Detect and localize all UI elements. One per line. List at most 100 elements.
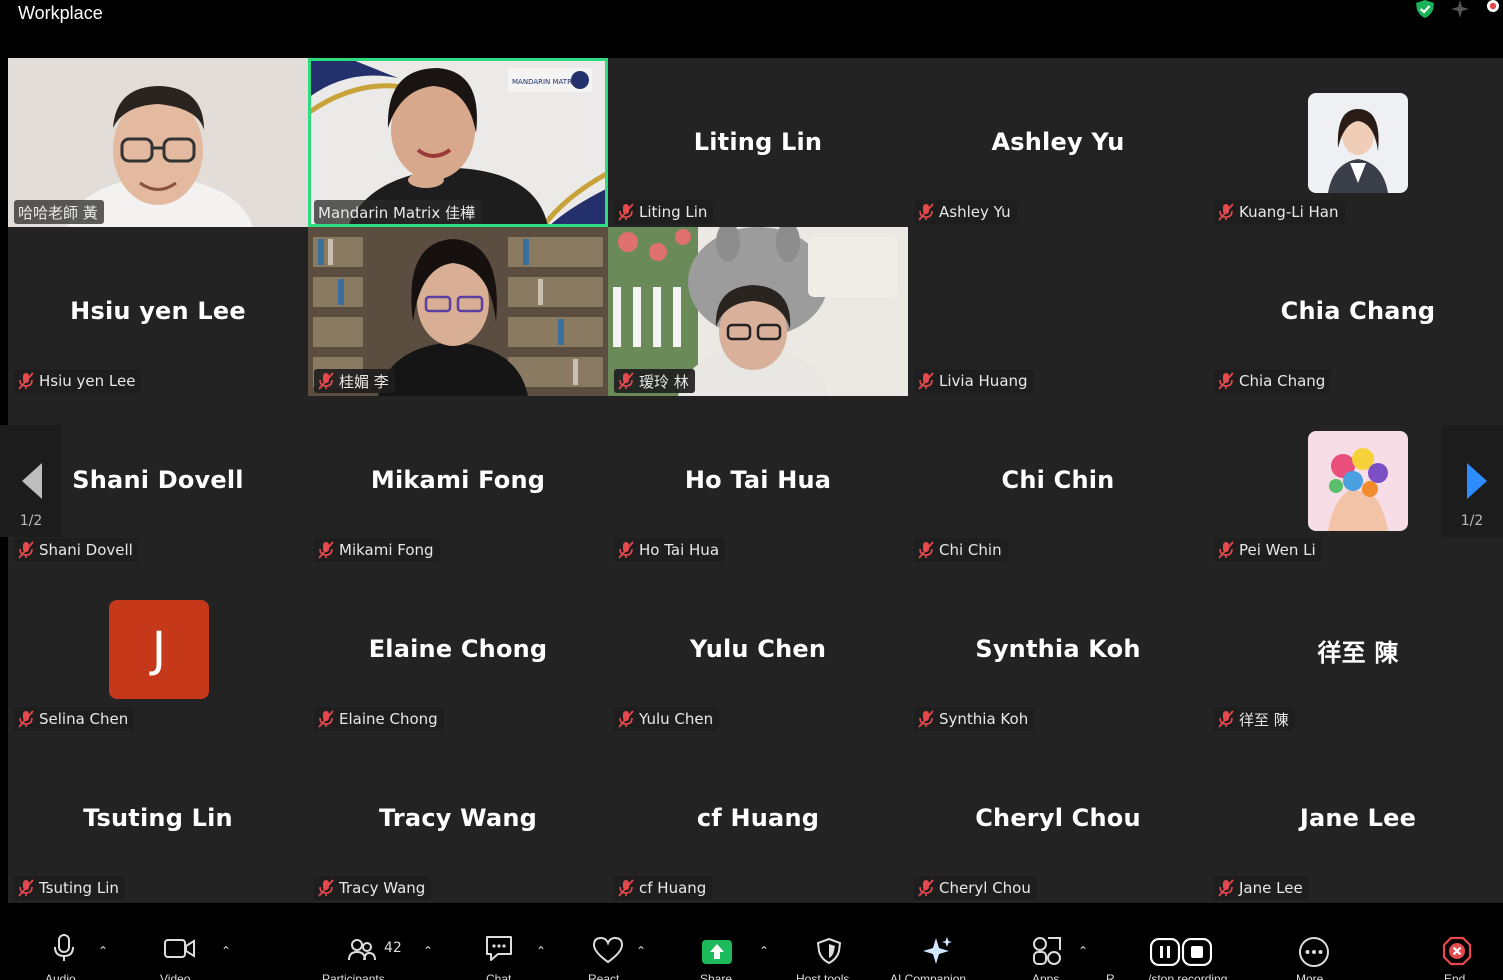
- encryption-shield-icon[interactable]: [1415, 0, 1435, 18]
- participant-name-label: 瑷玲 林: [614, 369, 695, 393]
- mic-muted-icon: [1218, 541, 1234, 559]
- participant-name-label: Ashley Yu: [914, 200, 1017, 224]
- mic-muted-icon: [618, 710, 634, 728]
- apps-button[interactable]: Apps: [1030, 922, 1070, 980]
- audio-options-chevron-up-icon[interactable]: ⌃: [98, 944, 108, 958]
- host-tools-button[interactable]: Host tools: [796, 922, 866, 980]
- participant-name-label: Mandarin Matrix 佳樺: [314, 200, 481, 224]
- chevron-right-icon: [1467, 463, 1487, 499]
- participants-button[interactable]: 42 Participants: [322, 922, 412, 980]
- participant-tile[interactable]: 桂媚 李: [308, 227, 608, 396]
- mic-muted-icon: [918, 879, 934, 897]
- participant-name-label: Kuang-Li Han: [1214, 200, 1345, 224]
- page-indicator: 1/2: [19, 513, 43, 529]
- participant-name-label: Tracy Wang: [314, 876, 432, 900]
- mic-muted-icon: [1218, 203, 1234, 221]
- mic-muted-icon: [918, 710, 934, 728]
- flowers-avatar: [1308, 431, 1408, 531]
- video-options-chevron-up-icon[interactable]: ⌃: [221, 944, 231, 958]
- end-meeting-button[interactable]: End: [1440, 922, 1480, 980]
- participant-tile[interactable]: Chia Chang Chia Chang: [1208, 227, 1503, 396]
- more-button[interactable]: More: [1296, 922, 1336, 980]
- participant-display-name: cf Huang: [696, 804, 820, 832]
- video-button[interactable]: Video: [160, 922, 220, 980]
- participant-tile[interactable]: Hsiu yen Lee Hsiu yen Lee: [8, 227, 308, 396]
- svg-text:MANDARIN MATRIX: MANDARIN MATRIX: [512, 78, 579, 86]
- participant-tile[interactable]: Tracy Wang Tracy Wang: [308, 734, 608, 903]
- gallery-view: 哈哈老師 黃 MANDARIN MATRIX Mandarin Matrix 佳…: [8, 58, 1503, 903]
- participant-tile[interactable]: Liting Lin Liting Lin: [608, 58, 908, 227]
- mic-muted-icon: [1218, 710, 1234, 728]
- participant-tile[interactable]: 瑷玲 林: [608, 227, 908, 396]
- participant-tile[interactable]: Yulu Chen Yulu Chen: [608, 565, 908, 734]
- microphone-icon: [54, 934, 74, 961]
- apps-options-chevron-up-icon[interactable]: ⌃: [1078, 944, 1088, 958]
- participant-tile[interactable]: Ashley Yu Ashley Yu: [908, 58, 1208, 227]
- participant-name-label: Pei Wen Li: [1214, 538, 1322, 562]
- participant-name-label: Yulu Chen: [614, 707, 720, 731]
- participant-name-label: Chi Chin: [914, 538, 1008, 562]
- participant-name-label: 哈哈老師 黃: [14, 200, 104, 224]
- share-screen-icon: [702, 940, 732, 964]
- react-options-chevron-up-icon[interactable]: ⌃: [636, 944, 646, 958]
- participant-tile[interactable]: Kuang-Li Han: [1208, 58, 1503, 227]
- participant-tile[interactable]: cf Huang cf Huang: [608, 734, 908, 903]
- participants-icon: [348, 939, 376, 961]
- mic-muted-icon: [318, 710, 334, 728]
- ai-companion-button[interactable]: AI Companion: [890, 922, 990, 980]
- participant-name-label: Chia Chang: [1214, 369, 1332, 393]
- participant-tile[interactable]: Tsuting Lin Tsuting Lin: [8, 734, 308, 903]
- participant-display-name: Hsiu yen Lee: [70, 297, 246, 325]
- meeting-toolbar: Audio ⌃ Video ⌃ 42 Participants ⌃ Chat ⌃…: [0, 922, 1503, 980]
- participant-tile[interactable]: Cheryl Chou Cheryl Chou: [908, 734, 1208, 903]
- participant-name-label: Tsuting Lin: [14, 876, 125, 900]
- participant-name-label: Mikami Fong: [314, 538, 440, 562]
- participant-name-label: Synthia Koh: [914, 707, 1035, 731]
- mic-muted-icon: [618, 203, 634, 221]
- participant-display-name: Ho Tai Hua: [684, 466, 832, 494]
- previous-page-button[interactable]: 1/2: [0, 425, 62, 537]
- participant-display-name: Yulu Chen: [689, 635, 827, 663]
- pause-stop-recording-button[interactable]: /stop recording: [1148, 922, 1238, 980]
- react-button[interactable]: React: [588, 922, 635, 980]
- participant-tile[interactable]: Elaine Chong Elaine Chong: [308, 565, 608, 734]
- participant-tile[interactable]: 哈哈老師 黃: [8, 58, 308, 227]
- mic-muted-icon: [918, 203, 934, 221]
- share-options-chevron-up-icon[interactable]: ⌃: [759, 944, 769, 958]
- share-button[interactable]: Share: [700, 922, 745, 980]
- top-bar: Workplace: [0, 0, 1503, 40]
- chevron-left-icon: [22, 463, 42, 499]
- participant-name-label: cf Huang: [614, 876, 713, 900]
- participant-tile[interactable]: Jane Lee Jane Lee: [1208, 734, 1503, 903]
- participant-tile[interactable]: Livia Huang: [908, 227, 1208, 396]
- participant-name-label: Selina Chen: [14, 707, 135, 731]
- participant-display-name: Elaine Chong: [368, 635, 548, 663]
- participant-tile[interactable]: Ho Tai Hua Ho Tai Hua: [608, 396, 908, 565]
- chat-button[interactable]: Chat: [484, 922, 524, 980]
- participant-name-label: Livia Huang: [914, 369, 1034, 393]
- heart-icon: [592, 936, 624, 964]
- participant-tile[interactable]: J Selina Chen: [8, 565, 308, 734]
- mic-muted-icon: [1218, 879, 1234, 897]
- participants-options-chevron-up-icon[interactable]: ⌃: [423, 944, 433, 958]
- participant-display-name: Jane Lee: [1299, 804, 1417, 832]
- participant-display-name: Tsuting Lin: [83, 804, 233, 832]
- top-status-icons: [1415, 0, 1503, 18]
- mic-muted-icon: [18, 879, 34, 897]
- ai-sparkle-icon[interactable]: [1449, 0, 1471, 18]
- audio-button[interactable]: Audio: [40, 922, 100, 980]
- chat-options-chevron-up-icon[interactable]: ⌃: [536, 944, 546, 958]
- recording-indicator-icon[interactable]: [1485, 0, 1503, 18]
- participant-tile[interactable]: Mikami Fong Mikami Fong: [308, 396, 608, 565]
- record-button[interactable]: R: [1106, 922, 1120, 980]
- participant-tile[interactable]: Chi Chin Chi Chin: [908, 396, 1208, 565]
- next-page-button[interactable]: 1/2: [1441, 425, 1503, 537]
- participant-display-name: Chi Chin: [1001, 466, 1115, 494]
- participant-tile[interactable]: 徉至 陳 徉至 陳: [1208, 565, 1503, 734]
- participant-name-label: Shani Dovell: [14, 538, 139, 562]
- mic-muted-icon: [918, 372, 934, 390]
- participant-tile-active-speaker[interactable]: MANDARIN MATRIX Mandarin Matrix 佳樺: [308, 58, 608, 227]
- participant-display-name: 徉至 陳: [1317, 639, 1399, 667]
- mic-muted-icon: [318, 879, 334, 897]
- participant-tile[interactable]: Synthia Koh Synthia Koh: [908, 565, 1208, 734]
